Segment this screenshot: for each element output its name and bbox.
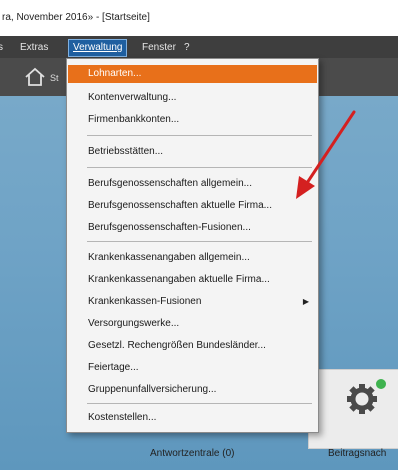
contributions-tile[interactable] (308, 369, 398, 449)
title-bar: ra, November 2016» - [Startseite] (0, 0, 398, 36)
contributions-label[interactable]: Beitragsnach (328, 448, 386, 459)
menu-item-versorgungswerke[interactable]: Versorgungswerke... (68, 315, 317, 333)
menu-item-firmenbankkonten[interactable]: Firmenbankkonten... (68, 111, 317, 129)
menu-item-kk-aktuelle-firma[interactable]: Krankenkassenangaben aktuelle Firma... (68, 271, 317, 289)
menu-separator (87, 403, 312, 404)
menu-item-bg-allgemein[interactable]: Berufsgenossenschaften allgemein... (68, 175, 317, 193)
menu-item-help[interactable]: ? (184, 40, 190, 56)
menu-item-bg-aktuelle-firma[interactable]: Berufsgenossenschaften aktuelle Firma... (68, 197, 317, 215)
menu-separator (87, 167, 312, 168)
menu-item-kk-fusionen[interactable]: Krankenkassen-Fusionen ▶ (68, 293, 317, 311)
menu-separator (87, 241, 312, 242)
menu-item-bg-fusionen[interactable]: Berufsgenossenschaften-Fusionen... (68, 219, 317, 237)
menu-item-extras[interactable]: Extras (20, 40, 48, 56)
submenu-arrow-icon: ▶ (302, 297, 309, 306)
verwaltung-dropdown-menu: Lohnarten... Kontenverwaltung... Firmenb… (66, 58, 319, 433)
menu-item-betriebsstaetten[interactable]: Betriebsstätten... (68, 143, 317, 161)
gear-icon (347, 384, 377, 414)
menu-item-feiertage[interactable]: Feiertage... (68, 359, 317, 377)
start-tab-label[interactable]: St (50, 73, 59, 83)
menu-item-gruppenunfall[interactable]: Gruppenunfallversicherung... (68, 381, 317, 399)
menu-item-fragment: s (0, 42, 3, 53)
menu-item-fenster[interactable]: Fenster (142, 40, 176, 56)
menu-item-rechengroessen[interactable]: Gesetzl. Rechengrößen Bundesländer... (68, 337, 317, 355)
window-title: ra, November 2016» - [Startseite] (2, 12, 150, 23)
menu-item-verwaltung[interactable]: Verwaltung (68, 39, 128, 57)
menu-item-kk-fusionen-label: Krankenkassen-Fusionen (88, 296, 202, 307)
answer-center-label[interactable]: Antwortzentrale (0) (150, 448, 234, 459)
menu-separator (87, 135, 312, 136)
menu-bar: s Extras Verwaltung Fenster ? (0, 36, 398, 58)
menu-item-lohnarten[interactable]: Lohnarten... (68, 65, 317, 83)
menu-item-kontenverwaltung[interactable]: Kontenverwaltung... (68, 89, 317, 107)
menu-item-kostenstellen[interactable]: Kostenstellen... (68, 409, 317, 427)
menu-item-kk-allgemein[interactable]: Krankenkassenangaben allgemein... (68, 249, 317, 267)
status-badge-icon (376, 379, 386, 389)
home-icon[interactable] (24, 66, 46, 88)
